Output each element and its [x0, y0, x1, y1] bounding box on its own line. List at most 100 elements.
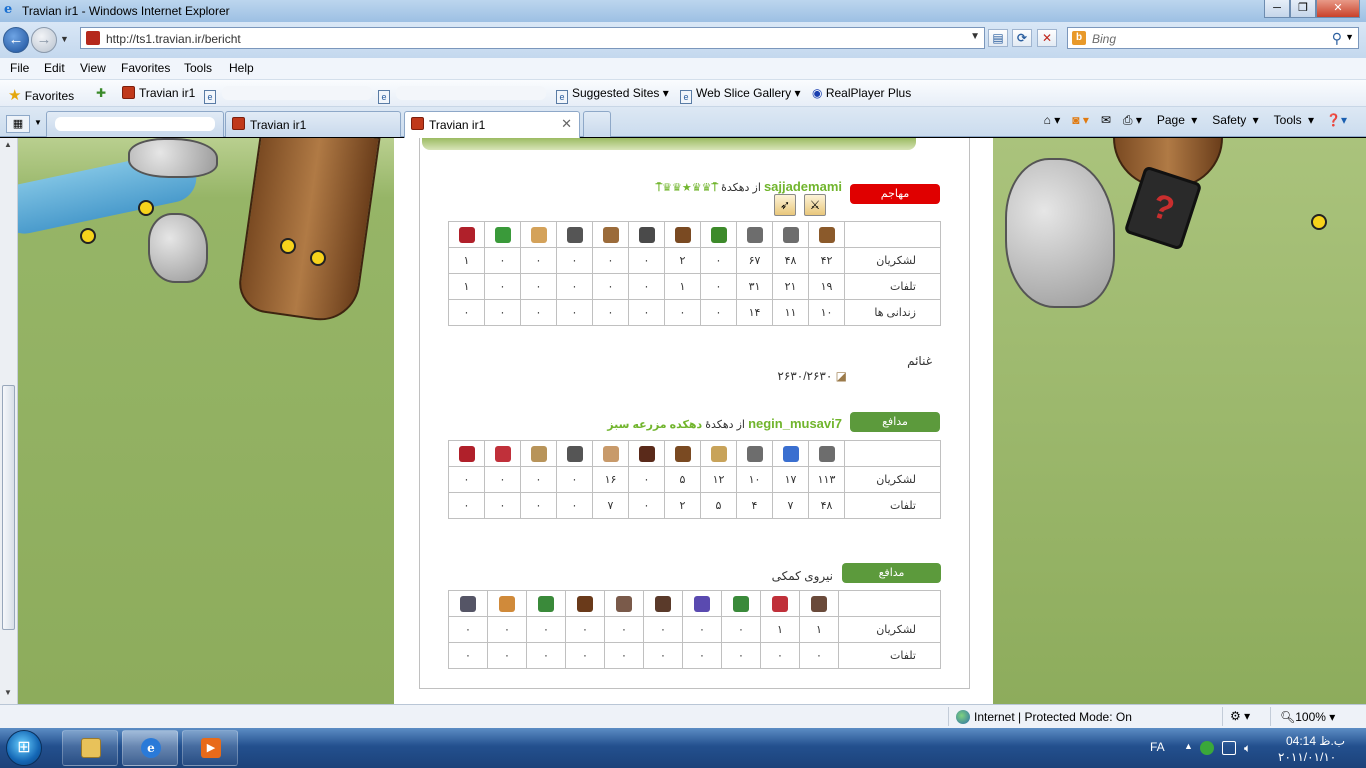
unit-11-icon[interactable] [458, 445, 475, 462]
favorites-button[interactable]: ★ Favorites [8, 86, 74, 104]
back-button[interactable]: ← [3, 27, 29, 53]
scrollbar-thumb[interactable] [2, 385, 15, 630]
unit-7-icon[interactable] [577, 595, 593, 612]
menu-help[interactable]: Help [229, 61, 254, 75]
tab-blurred[interactable] [46, 111, 224, 137]
clock-time[interactable]: ب.ظ 04:14 [1286, 734, 1345, 748]
fav-suggested-sites[interactable]: e Suggested Sites ▾ [556, 86, 669, 104]
fav-page-icon[interactable]: e [204, 86, 220, 104]
unit-5-icon[interactable] [655, 595, 671, 612]
fav-web-slice-gallery[interactable]: e Web Slice Gallery ▾ [680, 86, 801, 104]
menu-edit[interactable]: Edit [44, 61, 65, 75]
menu-file[interactable]: File [10, 61, 29, 75]
close-tab-icon[interactable]: ✕ [561, 116, 572, 132]
unit-9-icon[interactable] [530, 226, 547, 243]
start-button[interactable]: ⊞ [6, 730, 42, 766]
tools-menu[interactable]: Tools ▾ [1268, 113, 1317, 128]
help-icon[interactable]: ❓▾ [1323, 113, 1350, 128]
defender-village-link[interactable]: دهکده مزرعه سبز [607, 419, 702, 431]
page-menu[interactable]: Page ▾ [1151, 113, 1200, 128]
compatibility-view-icon[interactable]: ▤ [988, 29, 1008, 47]
tray-app-icon[interactable] [1200, 741, 1214, 755]
new-tab-button[interactable] [583, 111, 611, 137]
defender-player-link[interactable]: negin_musavi7 [748, 416, 842, 431]
unit-9-icon[interactable] [499, 595, 515, 612]
unit-6-icon[interactable] [616, 595, 632, 612]
unit-11-icon[interactable] [458, 226, 475, 243]
unit-1-icon[interactable] [818, 226, 835, 243]
unit-7-icon[interactable] [602, 445, 619, 462]
search-icon[interactable]: ⚲ [1332, 30, 1342, 47]
unit-3-icon[interactable] [746, 226, 763, 243]
unit-10-icon[interactable] [494, 445, 511, 462]
unit-3-icon[interactable] [733, 595, 749, 612]
unit-8-icon[interactable] [538, 595, 554, 612]
recent-pages-dropdown-icon[interactable]: ▼ [60, 34, 69, 44]
home-icon[interactable]: ⌂ ▾ [1041, 113, 1064, 128]
tab-travian-1[interactable]: Travian ir1 [225, 111, 401, 137]
raid-again-icon[interactable]: ➶ [774, 194, 796, 216]
unit-8-icon[interactable] [566, 445, 583, 462]
stop-icon[interactable]: ✕ [1037, 29, 1057, 47]
protected-mode-icon[interactable]: ⚙ ▾ [1230, 709, 1250, 723]
show-hidden-icons-icon[interactable]: ▲ [1184, 741, 1193, 751]
attack-again-icon[interactable]: ⚔ [804, 194, 826, 216]
unit-10-icon[interactable] [460, 595, 476, 612]
unit-5-icon[interactable] [674, 445, 691, 462]
unit-7-icon[interactable] [602, 226, 619, 243]
unit-4-icon[interactable] [710, 226, 727, 243]
unit-2-icon[interactable] [782, 226, 799, 243]
scroll-up-icon[interactable]: ▲ [4, 140, 12, 149]
fav-page-icon-2[interactable]: e [378, 86, 394, 104]
search-input[interactable]: b Bing ⚲ ▼ [1067, 27, 1359, 49]
maximize-button[interactable]: ❐ [1290, 0, 1316, 18]
unit-2-icon[interactable] [772, 595, 788, 612]
add-favorite-icon[interactable]: ✚ [96, 86, 106, 100]
safety-menu[interactable]: Safety ▾ [1206, 113, 1261, 128]
unit-3-icon[interactable] [746, 445, 763, 462]
address-bar[interactable]: http://ts1.travian.ir/bericht ▼ [80, 27, 985, 49]
fav-realplayer[interactable]: ◉ RealPlayer Plus [812, 86, 911, 100]
print-icon[interactable]: ⎙ ▾ [1120, 113, 1145, 128]
unit-9-icon[interactable] [530, 445, 547, 462]
unit-10-icon[interactable] [494, 226, 511, 243]
taskbar-media-player[interactable]: ▶ [182, 730, 238, 766]
unit-6-icon[interactable] [638, 226, 655, 243]
language-indicator[interactable]: FA [1150, 740, 1165, 754]
scroll-down-icon[interactable]: ▼ [4, 688, 12, 697]
quick-tabs-icon[interactable]: ▦ [6, 115, 30, 133]
fav-travian[interactable]: Travian ir1 [122, 86, 195, 100]
unit-4-icon[interactable] [710, 445, 727, 462]
attacker-village-link[interactable]: ⍑♛♛★♛♛⍑ [656, 182, 719, 194]
vertical-scrollbar[interactable]: ▲ ▼ [0, 138, 18, 704]
network-icon[interactable] [1222, 741, 1236, 755]
feeds-icon[interactable]: ◙ ▾ [1069, 113, 1092, 128]
address-dropdown-icon[interactable]: ▼ [970, 31, 980, 42]
unit-1-icon[interactable] [818, 445, 835, 462]
taskbar-internet-explorer[interactable]: e [122, 730, 178, 766]
forward-button[interactable]: → [31, 27, 57, 53]
close-window-button[interactable]: ✕ [1316, 0, 1360, 18]
unit-5-icon[interactable] [674, 226, 691, 243]
troop-count: ۰ [700, 247, 737, 274]
read-mail-icon[interactable]: ✉ [1098, 113, 1114, 128]
clock-date[interactable]: ۲۰۱۱/۰۱/۱۰ [1278, 750, 1336, 764]
minimize-button[interactable]: ─ [1264, 0, 1290, 18]
taskbar-explorer[interactable] [62, 730, 118, 766]
unit-6-icon[interactable] [638, 445, 655, 462]
unit-8-icon[interactable] [566, 226, 583, 243]
unit-4-icon[interactable] [694, 595, 710, 612]
tab-list-dropdown-icon[interactable]: ▼ [34, 118, 42, 127]
security-zone[interactable]: Internet | Protected Mode: On [974, 710, 1132, 724]
zoom-level[interactable]: 🔍︎100% ▾ [1280, 710, 1335, 724]
volume-muted-icon[interactable]: 🔈︎ [1244, 741, 1258, 755]
menu-view[interactable]: View [80, 61, 106, 75]
unit-2-icon[interactable] [782, 445, 799, 462]
refresh-icon[interactable]: ⟳ [1012, 29, 1032, 47]
attacker-player-link[interactable]: sajjademami [764, 179, 842, 194]
menu-favorites[interactable]: Favorites [121, 61, 170, 75]
search-dropdown-icon[interactable]: ▼ [1345, 32, 1354, 42]
tab-travian-2[interactable]: Travian ir1 ✕ [404, 111, 580, 138]
menu-tools[interactable]: Tools [184, 61, 212, 75]
unit-1-icon[interactable] [811, 595, 827, 612]
